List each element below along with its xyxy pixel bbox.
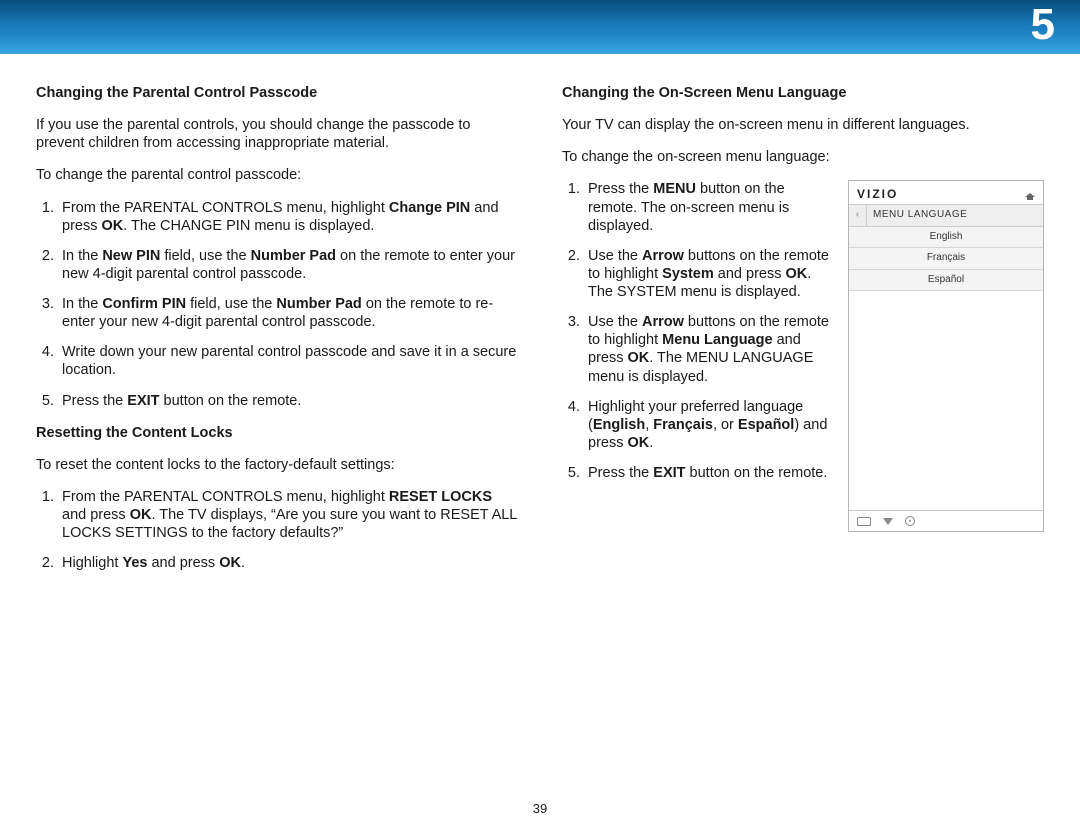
tv-language-option: Français (849, 248, 1043, 270)
tv-breadcrumb-label: MENU LANGUAGE (867, 205, 1043, 226)
steps-list: From the PARENTAL CONTROLS menu, highlig… (36, 199, 518, 410)
step-item: From the PARENTAL CONTROLS menu, highlig… (58, 488, 518, 542)
body-text: To change the on-screen menu language: (562, 148, 1044, 166)
step-item: From the PARENTAL CONTROLS menu, highlig… (58, 199, 518, 235)
tv-footer-icons (849, 510, 1043, 531)
tv-language-option: Español (849, 270, 1043, 292)
gear-icon (905, 516, 915, 526)
tv-brand-label: VIZIO (857, 187, 898, 202)
step-item: Press the EXIT button on the remote. (58, 392, 518, 410)
section-heading: Resetting the Content Locks (36, 424, 518, 442)
tv-breadcrumb: ‹ MENU LANGUAGE (849, 204, 1043, 227)
step-item: Highlight your preferred language (Engli… (584, 398, 832, 452)
page-content: Changing the Parental Control Passcode I… (0, 54, 1080, 586)
body-text: Your TV can display the on-screen menu i… (562, 116, 1044, 134)
tv-language-option: English (849, 227, 1043, 249)
steps-list: Press the MENU button on the remote. The… (562, 180, 832, 482)
body-text: To change the parental control passcode: (36, 166, 518, 184)
left-column: Changing the Parental Control Passcode I… (36, 84, 518, 586)
tv-menu-illustration: VIZIO ‹ MENU LANGUAGE English Français E… (848, 180, 1044, 532)
page-number: 39 (0, 801, 1080, 816)
step-item: In the New PIN field, use the Number Pad… (58, 247, 518, 283)
section-heading: Changing the On-Screen Menu Language (562, 84, 1044, 102)
chevron-down-icon (883, 518, 893, 525)
step-item: Use the Arrow buttons on the remote to h… (584, 247, 832, 301)
back-icon: ‹ (849, 205, 867, 226)
home-icon (1025, 190, 1035, 200)
step-item: In the Confirm PIN field, use the Number… (58, 295, 518, 331)
wide-icon (857, 517, 871, 526)
section-heading: Changing the Parental Control Passcode (36, 84, 518, 102)
right-column: Changing the On-Screen Menu Language You… (562, 84, 1044, 586)
step-item: Press the EXIT button on the remote. (584, 464, 832, 482)
step-item: Highlight Yes and press OK. (58, 554, 518, 572)
header-band: 5 (0, 0, 1080, 54)
step-item: Write down your new parental control pas… (58, 343, 518, 379)
steps-list: From the PARENTAL CONTROLS menu, highlig… (36, 488, 518, 573)
step-item: Press the MENU button on the remote. The… (584, 180, 832, 234)
body-text: If you use the parental controls, you sh… (36, 116, 518, 152)
body-text: To reset the content locks to the factor… (36, 456, 518, 474)
step-item: Use the Arrow buttons on the remote to h… (584, 313, 832, 386)
chapter-number: 5 (1031, 0, 1056, 50)
